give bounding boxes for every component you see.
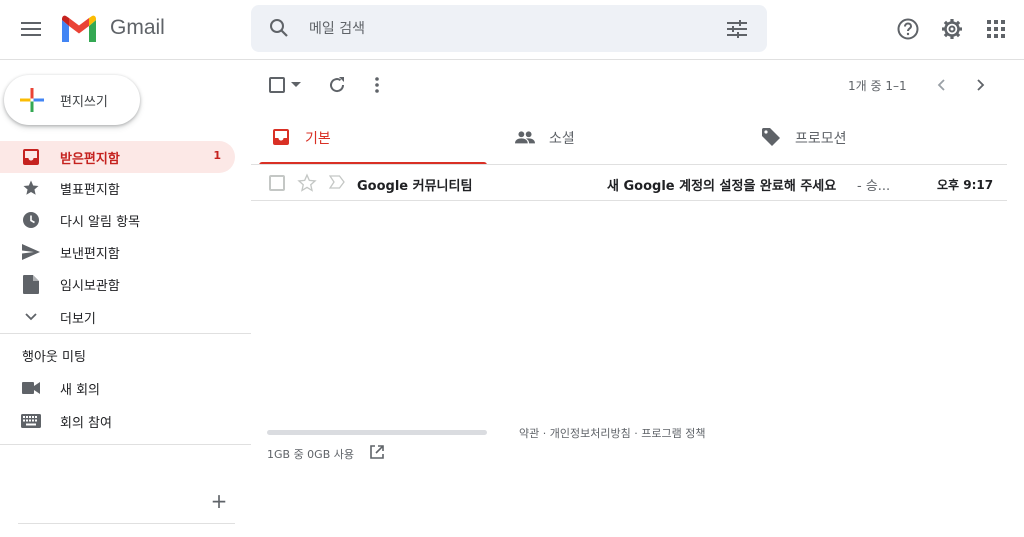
tab-primary[interactable]: 기본: [259, 109, 506, 165]
sidebar-item-label: 별표편지함: [60, 183, 120, 198]
unread-count-badge: 1: [213, 149, 221, 162]
gear-icon: [942, 19, 962, 39]
sidebar-item-label: 다시 알림 항목: [60, 215, 141, 230]
sidebar-item-label: 더보기: [60, 312, 96, 327]
search-input[interactable]: [309, 18, 709, 40]
pagination-count: 1개 중 1–1: [848, 79, 907, 93]
chevron-right-icon: [977, 79, 985, 91]
storage-usage-bar: [267, 430, 487, 435]
sidebar-item-join-meeting[interactable]: 회의 참여: [0, 405, 235, 437]
main-menu-button[interactable]: [11, 9, 51, 49]
sidebar-item-label: 새 회의: [60, 383, 101, 398]
clock-icon: [21, 210, 41, 230]
email-snippet: - 승...: [857, 179, 891, 194]
chevron-left-icon: [937, 79, 945, 91]
meet-section-title: 행아웃 미팅: [22, 350, 86, 365]
more-vertical-icon: [375, 77, 379, 93]
search-icon: [270, 19, 288, 37]
app-name[interactable]: Gmail: [110, 16, 165, 40]
search-options-button[interactable]: [717, 9, 757, 49]
tab-label: 기본: [305, 131, 331, 147]
inbox-icon: [271, 127, 291, 147]
privacy-link[interactable]: 개인정보처리방침: [550, 427, 631, 440]
star-icon: [21, 178, 41, 198]
hamburger-menu-icon: [21, 22, 41, 36]
tab-social[interactable]: 소셜: [503, 109, 750, 165]
star-outline-icon[interactable]: [297, 173, 317, 193]
sidebar-item-label: 보낸편지함: [60, 247, 120, 262]
refresh-button[interactable]: [317, 65, 357, 105]
sidebar-item-inbox[interactable]: 받은편지함 1: [0, 141, 235, 173]
more-options-button[interactable]: [357, 65, 397, 105]
people-icon: [515, 127, 535, 147]
plus-icon: [20, 88, 44, 112]
tab-promotions[interactable]: 프로모션: [749, 109, 996, 165]
sidebar-divider: [18, 523, 235, 524]
previous-page-button[interactable]: [921, 65, 961, 105]
settings-button[interactable]: [932, 9, 972, 49]
help-button[interactable]: [888, 9, 928, 49]
email-time: 오후 9:17: [937, 178, 994, 192]
sidebar-item-new-meeting[interactable]: 새 회의: [0, 372, 235, 404]
help-icon: [897, 18, 919, 40]
compose-label: 편지쓰기: [60, 95, 108, 110]
refresh-icon: [330, 77, 345, 93]
draft-icon: [21, 274, 41, 294]
sidebar-item-snoozed[interactable]: 다시 알림 항목: [0, 204, 235, 236]
email-select-checkbox[interactable]: [269, 175, 285, 191]
terms-link[interactable]: 약관: [519, 427, 539, 440]
tune-icon: [727, 20, 747, 38]
sidebar-item-label: 받은편지함: [60, 152, 120, 167]
apps-button[interactable]: [976, 9, 1016, 49]
email-row[interactable]: Google 커뮤니티팀 새 Google 계정의 설정을 완료해 주세요 - …: [251, 165, 1007, 201]
top-header: Gmail: [0, 0, 1024, 60]
sidebar-divider: [0, 333, 251, 334]
sidebar-item-sent[interactable]: 보낸편지함: [0, 236, 235, 268]
sidebar-item-label: 회의 참여: [60, 416, 112, 431]
caret-down-icon[interactable]: [290, 80, 302, 90]
footer-links: 약관 · 개인정보처리방침 · 프로그램 정책: [519, 427, 706, 440]
open-in-new-icon[interactable]: [369, 444, 385, 460]
sidebar-item-drafts[interactable]: 임시보관함: [0, 268, 235, 300]
search-bar[interactable]: [251, 5, 767, 52]
search-button[interactable]: [259, 8, 299, 48]
add-label-button[interactable]: +: [208, 490, 230, 512]
gmail-logo-icon[interactable]: [60, 14, 98, 44]
sidebar-divider: [0, 444, 251, 445]
program-policies-link[interactable]: 프로그램 정책: [641, 427, 705, 440]
email-sender: Google 커뮤니티팀: [357, 179, 473, 194]
chevron-down-icon: [21, 307, 41, 327]
tag-icon: [761, 127, 781, 147]
sidebar-item-more[interactable]: 더보기: [0, 301, 235, 333]
next-page-button[interactable]: [961, 65, 1001, 105]
important-marker-icon[interactable]: [329, 175, 345, 189]
apps-grid-icon: [987, 20, 1005, 38]
send-icon: [21, 242, 41, 262]
tab-label: 프로모션: [795, 131, 847, 147]
tab-label: 소셜: [549, 131, 575, 147]
video-camera-icon: [21, 378, 41, 398]
storage-usage-text: 1GB 중 0GB 사용: [267, 448, 354, 461]
email-subject: 새 Google 계정의 설정을 완료해 주세요: [607, 179, 837, 194]
sidebar-item-label: 임시보관함: [60, 279, 120, 294]
sidebar-item-starred[interactable]: 별표편지함: [0, 172, 235, 204]
select-all-checkbox[interactable]: [269, 77, 285, 93]
inbox-icon: [21, 147, 41, 167]
keyboard-icon: [21, 411, 41, 431]
compose-button[interactable]: 편지쓰기: [4, 75, 140, 125]
